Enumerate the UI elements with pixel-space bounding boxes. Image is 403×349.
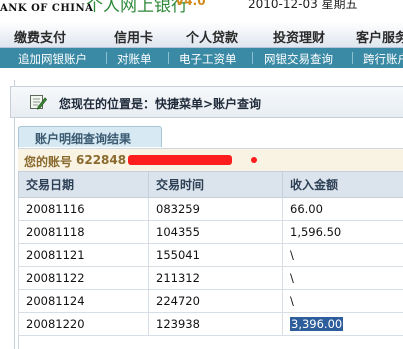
nav-item-investment[interactable]: 投资理财 bbox=[273, 27, 325, 46]
cell-date: 20081118 bbox=[18, 220, 149, 244]
table-header-row: 交易日期 交易时间 收入金额 bbox=[18, 171, 403, 198]
cell-date: 20081116 bbox=[18, 197, 149, 221]
nav-item-payment[interactable]: 缴费支付 bbox=[14, 27, 66, 46]
cell-amount: \ bbox=[282, 243, 403, 267]
cell-amount: \ bbox=[282, 289, 403, 313]
subnav-divider bbox=[168, 52, 169, 64]
selected-amount-text[interactable]: 3,396.00 bbox=[290, 317, 344, 331]
tab-label: 账户明细查询结果 bbox=[35, 132, 132, 146]
redaction-mark bbox=[128, 155, 232, 165]
subnav-divider bbox=[352, 52, 353, 64]
bank-name: ANK OF CHINA bbox=[0, 3, 94, 14]
cell-time: 155041 bbox=[148, 243, 283, 267]
main-nav: 缴费支付 信用卡 个人贷款 投资理财 客户服务 bbox=[0, 22, 403, 48]
account-label: 您的账号 bbox=[24, 155, 73, 169]
sub-nav: 追加网银账户 对账单 电子工资单 网银交易查询 跨行账户 bbox=[0, 48, 403, 68]
version-label: V4.0 bbox=[175, 0, 206, 8]
table-row: 20081121 155041 \ bbox=[18, 243, 403, 267]
account-number: 622848 bbox=[76, 153, 127, 167]
subnav-divider bbox=[106, 52, 107, 64]
cell-time: 123938 bbox=[148, 312, 283, 336]
edit-note-icon bbox=[29, 93, 48, 110]
subnav-item-transaction-query[interactable]: 网银交易查询 bbox=[264, 51, 333, 67]
breadcrumb: 您现在的位置是：快捷菜单>账户查询 bbox=[10, 86, 403, 118]
location-text: 您现在的位置是：快捷菜单>账户查询 bbox=[59, 97, 262, 111]
cell-time: 083259 bbox=[148, 197, 283, 221]
tab-account-detail-result[interactable]: 账户明细查询结果 bbox=[18, 126, 162, 147]
transaction-table: 交易日期 交易时间 收入金额 20081116 083259 66.00 200… bbox=[18, 171, 403, 336]
nav-item-customer-service[interactable]: 客户服务 bbox=[356, 27, 403, 46]
table-row: 20081220 123938 3,396.00 bbox=[18, 312, 403, 336]
nav-item-credit-card[interactable]: 信用卡 bbox=[114, 27, 153, 46]
nav-item-personal-loan[interactable]: 个人贷款 bbox=[186, 27, 238, 46]
subnav-item-e-payslip[interactable]: 电子工资单 bbox=[179, 51, 237, 67]
cell-time: 104355 bbox=[148, 220, 283, 244]
redaction-dot bbox=[251, 157, 257, 163]
current-date: 2010-12-03 星期五 bbox=[248, 0, 358, 11]
column-header-amount[interactable]: 收入金额 bbox=[282, 171, 403, 198]
table-row: 20081124 224720 \ bbox=[18, 289, 403, 313]
cell-time: 211312 bbox=[148, 266, 283, 290]
table-row: 20081122 211312 \ bbox=[18, 266, 403, 290]
subnav-item-interbank[interactable]: 跨行账户 bbox=[363, 51, 403, 67]
subnav-item-statement[interactable]: 对账单 bbox=[117, 51, 152, 67]
cell-date: 20081121 bbox=[18, 243, 149, 267]
table-row: 20081116 083259 66.00 bbox=[18, 197, 403, 221]
column-header-time[interactable]: 交易时间 bbox=[148, 171, 283, 198]
cell-amount: \ bbox=[282, 266, 403, 290]
column-header-date[interactable]: 交易日期 bbox=[18, 171, 149, 198]
subnav-item-add-account[interactable]: 追加网银账户 bbox=[18, 51, 87, 67]
cell-date: 20081124 bbox=[18, 289, 149, 313]
cell-date: 20081220 bbox=[18, 312, 149, 336]
table-row: 20081118 104355 1,596.50 bbox=[18, 220, 403, 244]
cell-amount: 66.00 bbox=[282, 197, 403, 221]
subnav-divider bbox=[252, 52, 253, 64]
site-title: 个人网上银行 bbox=[86, 0, 188, 16]
cell-time: 224720 bbox=[148, 289, 283, 313]
cell-date: 20081122 bbox=[18, 266, 149, 290]
top-banner: ANK OF CHINA 个人网上银行 V4.0 2010-12-03 星期五 bbox=[0, 0, 403, 22]
cell-amount[interactable]: 3,396.00 bbox=[282, 312, 403, 336]
cell-amount: 1,596.50 bbox=[282, 220, 403, 244]
